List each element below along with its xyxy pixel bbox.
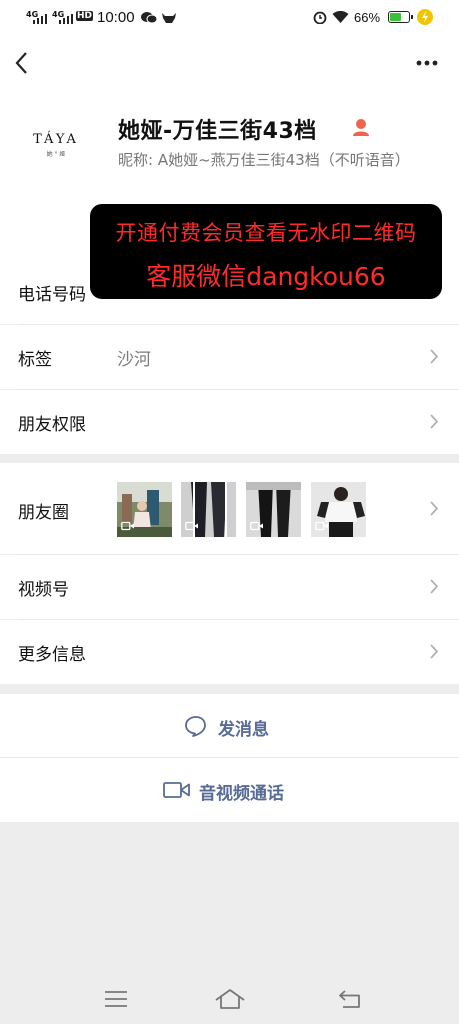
video-camera-icon <box>185 521 198 531</box>
nav-bar <box>0 36 459 90</box>
wifi-icon <box>332 11 349 23</box>
chevron-right-icon <box>430 501 439 516</box>
chevron-right-icon <box>430 414 439 429</box>
status-bar: 4G 4G HD 10:00 66% <box>0 0 459 36</box>
more-options-icon[interactable] <box>416 60 438 66</box>
channels-label: 视频号 <box>18 580 69 600</box>
chat-bubble-icon <box>185 716 206 737</box>
video-camera-icon <box>250 521 263 531</box>
moments-thumbnail[interactable] <box>311 482 366 537</box>
phone-label: 电话号码 <box>18 285 86 305</box>
contact-name: 她娅-万佳三街43档 <box>118 119 317 144</box>
avatar[interactable]: TÁYA 她 ° 娅 <box>18 114 94 172</box>
nickname-value: A她娅~燕万佳三街43档（不听语音） <box>157 151 410 169</box>
overlay-line-1: 开通付费会员查看无水印二维码 <box>115 221 417 245</box>
system-nav-bar <box>0 964 459 1024</box>
gender-female-icon <box>353 119 369 136</box>
signal-bars-icon <box>33 14 47 24</box>
video-call-label: 音视频通话 <box>199 784 284 804</box>
back-arrow-icon[interactable] <box>14 51 30 75</box>
battery-percent: 66% <box>354 10 381 25</box>
hd-icon: HD <box>76 11 94 21</box>
chevron-right-icon <box>430 579 439 594</box>
bull-app-icon <box>162 13 176 23</box>
permissions-label: 朋友权限 <box>18 415 86 435</box>
signal-bars-2-icon <box>59 14 73 24</box>
moments-thumbnail[interactable] <box>246 482 301 537</box>
back-icon[interactable] <box>337 989 363 1009</box>
video-camera-icon <box>315 521 328 531</box>
send-message-label: 发消息 <box>218 720 269 740</box>
more-info-label: 更多信息 <box>18 645 86 665</box>
tags-label: 标签 <box>18 350 52 370</box>
charging-icon <box>417 9 433 25</box>
avatar-sub-text: 她 ° 娅 <box>46 151 66 158</box>
moments-thumbnail[interactable] <box>117 482 172 537</box>
moments-label: 朋友圈 <box>18 503 69 523</box>
video-call-icon <box>163 782 190 798</box>
row-channels[interactable]: 视频号 <box>0 555 459 619</box>
avatar-brand-text: TÁYA <box>33 132 79 147</box>
video-call-button[interactable]: 音视频通话 <box>0 758 459 822</box>
nickname-label: 昵称: <box>118 151 154 169</box>
nickname: 昵称: A她娅~燕万佳三街43档（不听语音） <box>118 148 448 172</box>
overlay-line-2: 客服微信dangkou66 <box>146 262 386 291</box>
send-message-button[interactable]: 发消息 <box>0 694 459 758</box>
status-time: 10:00 <box>97 9 135 26</box>
moments-thumbnail[interactable] <box>181 482 236 537</box>
menu-icon[interactable] <box>104 990 128 1008</box>
video-camera-icon <box>121 521 134 531</box>
row-tags[interactable]: 标签 沙河 <box>0 325 459 389</box>
chevron-right-icon <box>430 349 439 364</box>
watermark-overlay: 开通付费会员查看无水印二维码 客服微信dangkou66 <box>90 204 442 299</box>
row-friend-permissions[interactable]: 朋友权限 <box>0 390 459 454</box>
alarm-icon <box>313 11 327 24</box>
tags-value: 沙河 <box>117 350 151 370</box>
battery-fill <box>390 13 402 21</box>
home-icon[interactable] <box>214 988 246 1010</box>
battery-icon <box>388 11 413 23</box>
wechat-notify-icon <box>141 12 157 24</box>
row-more-info[interactable]: 更多信息 <box>0 620 459 684</box>
chevron-right-icon <box>430 644 439 659</box>
